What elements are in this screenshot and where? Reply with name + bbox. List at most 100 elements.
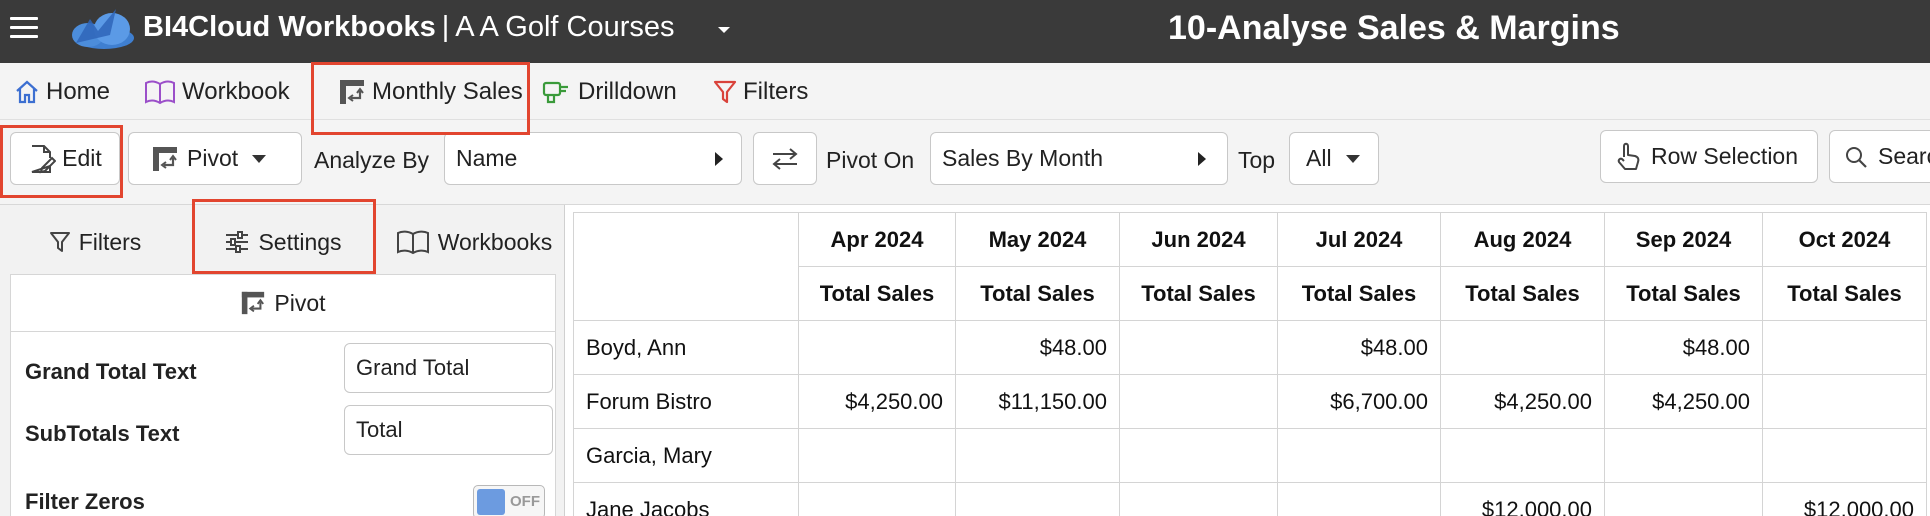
measure-header[interactable]: Total Sales [1762, 266, 1927, 321]
row-selection-label: Row Selection [1651, 143, 1799, 169]
value-cell[interactable]: $48.00 [1277, 320, 1441, 375]
value-cell[interactable] [1762, 374, 1927, 429]
table-row[interactable]: Jane Jacobs $12,000.00 $12,000.00 [573, 482, 1927, 516]
value-cell[interactable] [1119, 374, 1278, 429]
drill-icon [542, 81, 568, 103]
tab-workbooks[interactable]: Workbooks [384, 213, 564, 271]
search-icon [1846, 146, 1867, 168]
card-title: Pivot [274, 289, 326, 316]
tab-settings[interactable]: Settings [192, 213, 374, 271]
measure-header[interactable]: Total Sales [955, 266, 1120, 321]
top-select[interactable]: All [1289, 132, 1379, 185]
month-header[interactable]: Jun 2024 [1119, 212, 1278, 267]
grand-total-text-input[interactable]: Grand Total [344, 343, 553, 393]
value-cell[interactable] [1119, 482, 1278, 516]
measure-header[interactable]: Total Sales [1119, 266, 1278, 321]
value-cell[interactable] [1277, 428, 1441, 483]
value-cell[interactable] [798, 320, 956, 375]
value-cell[interactable]: $4,250.00 [1440, 374, 1605, 429]
value-cell[interactable] [1277, 482, 1441, 516]
table-row[interactable]: Garcia, Mary [573, 428, 1927, 483]
value-cell[interactable] [798, 482, 956, 516]
analyze-by-value: Name [456, 145, 518, 171]
value-cell[interactable]: $11,150.00 [955, 374, 1120, 429]
value-cell[interactable] [1440, 320, 1605, 375]
row-selection-button[interactable]: Row Selection [1600, 130, 1818, 183]
sliders-icon [226, 231, 249, 253]
value-cell[interactable] [955, 428, 1120, 483]
pivot-icon [153, 146, 177, 171]
edit-button[interactable]: Edit [10, 132, 120, 185]
value-cell[interactable] [955, 482, 1120, 516]
value-cell[interactable] [1762, 320, 1927, 375]
title-separator: | [441, 11, 450, 43]
swap-arrows-icon [772, 147, 798, 170]
measure-header[interactable]: Total Sales [1604, 266, 1763, 321]
month-header[interactable]: May 2024 [955, 212, 1120, 267]
nav-monthly-sales[interactable]: Monthly Sales [338, 63, 523, 120]
swap-axes-button[interactable] [753, 132, 817, 185]
chevron-down-icon [252, 154, 267, 163]
row-name-cell[interactable]: Jane Jacobs [573, 482, 799, 516]
tab-filters[interactable]: Filters [0, 213, 190, 271]
month-header[interactable]: Jul 2024 [1277, 212, 1441, 267]
analyze-by-select[interactable]: Name [444, 132, 742, 185]
pointer-hand-icon [1617, 142, 1640, 170]
top-bar: BI4Cloud Workbooks | A A Golf Courses 10-A… [0, 0, 1930, 63]
search-label: Searc [1878, 143, 1930, 169]
toolbar: Edit Pivot Analyze By Name Pivot On Sale… [0, 120, 1930, 205]
subtotals-text-input[interactable]: Total [344, 405, 553, 455]
month-header[interactable]: Apr 2024 [798, 212, 956, 267]
app-title: BI4Cloud Workbooks | A A Golf Courses [143, 11, 675, 44]
pivot-button-label: Pivot [187, 145, 239, 171]
filter-icon [49, 232, 70, 252]
measure-header[interactable]: Total Sales [798, 266, 956, 321]
company-name[interactable]: A A Golf Courses [455, 11, 674, 43]
pivot-on-select[interactable]: Sales By Month [930, 132, 1228, 185]
edit-document-icon [31, 144, 57, 173]
table-row[interactable]: Forum Bistro $4,250.00 $11,150.00 $6,700… [573, 374, 1927, 429]
measure-header[interactable]: Total Sales [1440, 266, 1605, 321]
row-name-cell[interactable]: Boyd, Ann [573, 320, 799, 375]
table-row[interactable]: Boyd, Ann $48.00 $48.00 $48.00 [573, 320, 1927, 375]
value-cell[interactable]: $48.00 [955, 320, 1120, 375]
nav-home[interactable]: Home [14, 63, 110, 120]
search-button[interactable]: Searc [1829, 130, 1930, 183]
company-dropdown-caret-icon[interactable] [714, 20, 734, 40]
row-name-cell[interactable]: Garcia, Mary [573, 428, 799, 483]
value-cell[interactable] [1119, 428, 1278, 483]
value-cell[interactable] [1762, 428, 1927, 483]
value-cell[interactable]: $12,000.00 [1762, 482, 1927, 516]
value-cell[interactable]: $48.00 [1604, 320, 1763, 375]
value-cell[interactable]: $4,250.00 [798, 374, 956, 429]
pivot-icon [242, 291, 265, 315]
nav-workbook[interactable]: Workbook [144, 63, 290, 120]
top-value: All [1306, 145, 1332, 171]
month-header[interactable]: Aug 2024 [1440, 212, 1605, 267]
nav-home-label: Home [46, 77, 111, 105]
pivot-dropdown-button[interactable]: Pivot [128, 132, 302, 185]
value-cell[interactable] [1440, 428, 1605, 483]
value-cell[interactable] [1604, 482, 1763, 516]
left-panel: Filters Settings Workbooks Pivot Grand T… [0, 205, 565, 516]
nav-drilldown[interactable]: Drilldown [542, 63, 677, 120]
month-header[interactable]: Oct 2024 [1762, 212, 1927, 267]
grand-total-text-label: Grand Total Text [25, 359, 197, 384]
nav-filters[interactable]: Filters [713, 63, 808, 120]
filter-zeros-toggle[interactable]: OFF [473, 485, 545, 516]
pivot-grid: Apr 2024 May 2024 Jun 2024 Jul 2024 Aug … [573, 212, 1927, 516]
month-header[interactable]: Sep 2024 [1604, 212, 1763, 267]
row-name-cell[interactable]: Forum Bistro [573, 374, 799, 429]
value-cell[interactable] [1119, 320, 1278, 375]
hamburger-menu-icon[interactable] [10, 17, 38, 43]
chevron-right-icon [715, 152, 723, 166]
value-cell[interactable]: $12,000.00 [1440, 482, 1605, 516]
value-cell[interactable]: $6,700.00 [1277, 374, 1441, 429]
filter-zeros-label: Filter Zeros [25, 489, 145, 514]
analyze-by-label: Analyze By [314, 147, 430, 173]
measure-header[interactable]: Total Sales [1277, 266, 1441, 321]
value-cell[interactable] [798, 428, 956, 483]
value-cell[interactable] [1604, 428, 1763, 483]
pivot-on-label: Pivot On [826, 147, 915, 173]
value-cell[interactable]: $4,250.00 [1604, 374, 1763, 429]
